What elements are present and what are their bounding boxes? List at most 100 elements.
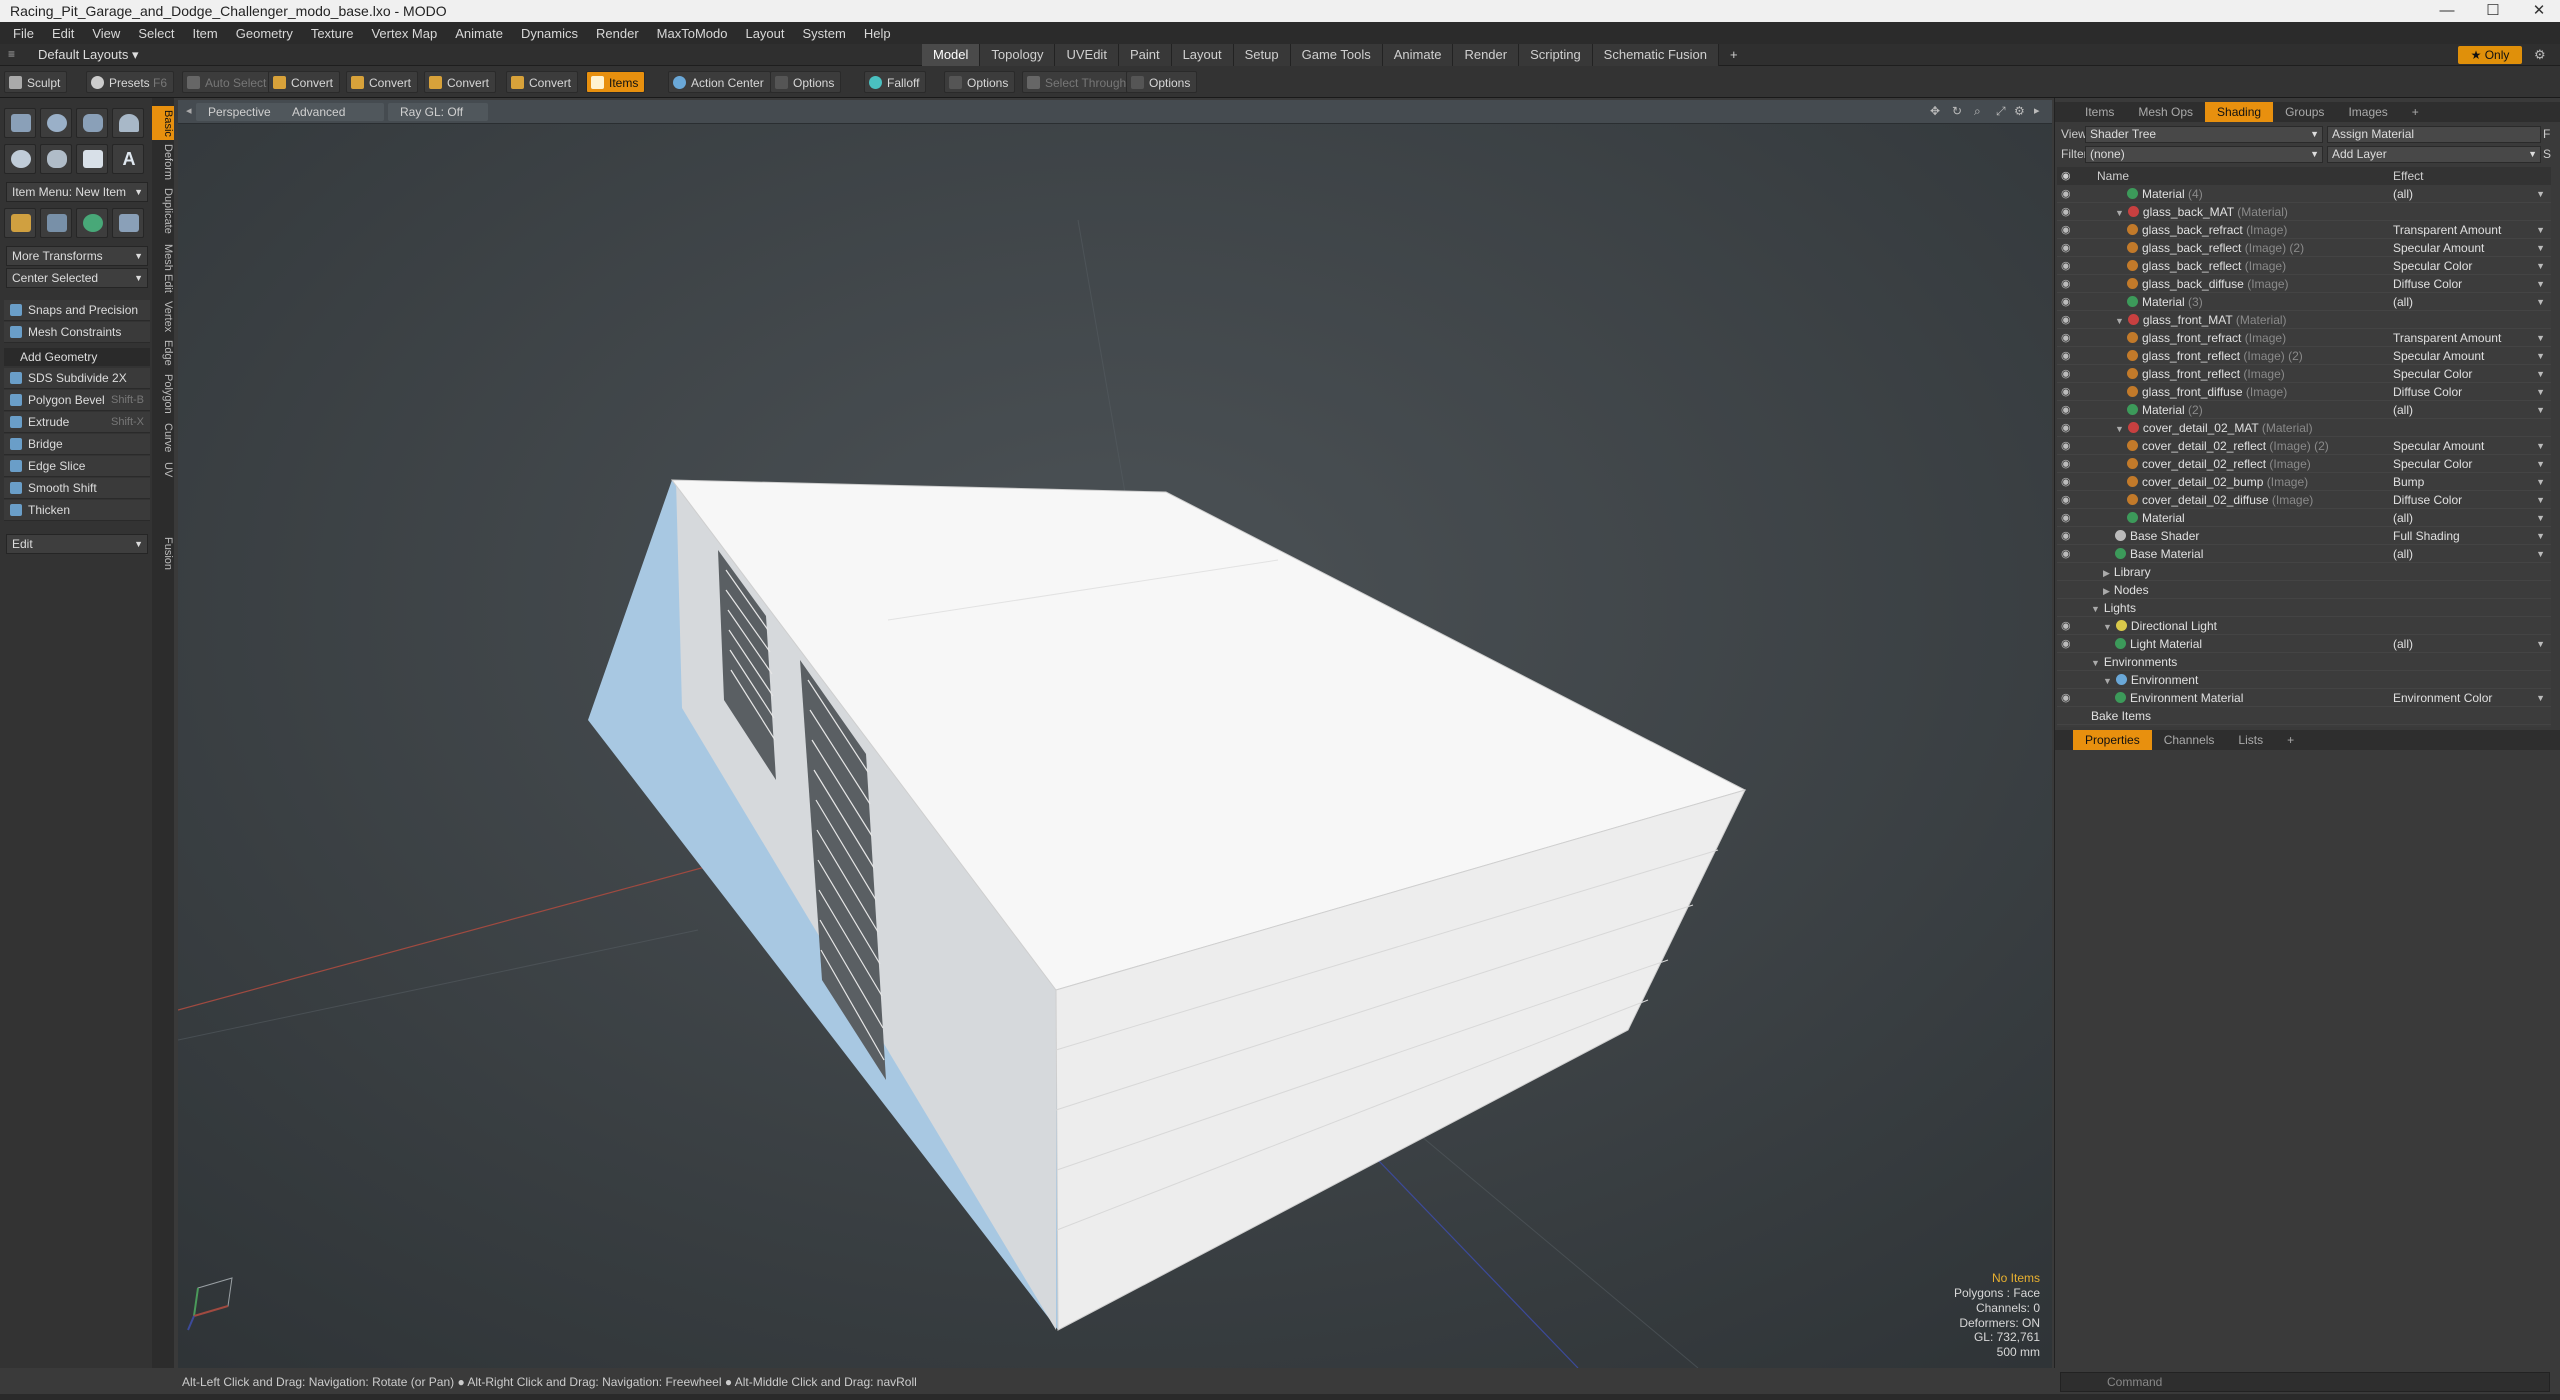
expand-toggle-icon[interactable]: ▶ [2103, 586, 2110, 596]
layer-effect[interactable]: Transparent Amount [2393, 221, 2501, 239]
eye-icon[interactable]: ◉ [2061, 548, 2073, 560]
menu-view[interactable]: View [83, 26, 129, 41]
tab-mesh-ops[interactable]: Mesh Ops [2126, 102, 2205, 122]
tab-items[interactable]: Items [2073, 102, 2126, 122]
ray-gl-toggle[interactable]: Ray GL: Off [388, 103, 488, 121]
vtab-mesh-edit[interactable]: Mesh Edit [152, 240, 174, 296]
chevron-down-icon[interactable]: ▼ [2536, 635, 2545, 653]
tab-game-tools[interactable]: Game Tools [1290, 44, 1383, 66]
cube-tool-button[interactable] [4, 108, 36, 138]
tab-lists[interactable]: Lists [2226, 730, 2275, 750]
chevron-down-icon[interactable]: ▼ [2536, 365, 2545, 383]
tab-images[interactable]: Images [2336, 102, 2399, 122]
tab-schematic-fusion[interactable]: Schematic Fusion [1592, 44, 1719, 66]
viewport-settings-icon[interactable]: ⚙ [2014, 104, 2025, 118]
expand-toggle-icon[interactable]: ▼ [2115, 316, 2124, 326]
command-input[interactable]: Command [2060, 1372, 2550, 1392]
tool-edge-slice[interactable]: Edge Slice [4, 456, 150, 477]
chevron-down-icon[interactable]: ▼ [2536, 383, 2545, 401]
layer-effect[interactable]: Diffuse Color [2393, 275, 2462, 293]
chevron-down-icon[interactable]: ▼ [2536, 473, 2545, 491]
fit-view-icon[interactable]: ⤢ [1996, 104, 2006, 119]
chevron-down-icon[interactable]: ▼ [2536, 491, 2545, 509]
eye-icon[interactable]: ◉ [2061, 404, 2073, 416]
tree-row[interactable]: ◉ glass_back_refract (Image) Transparent A… [2057, 221, 2551, 239]
tool-polygon-bevel[interactable]: Polygon Bevel Shift-B [4, 390, 150, 411]
layer-effect[interactable]: (all) [2393, 401, 2413, 419]
menu-animate[interactable]: Animate [446, 26, 512, 41]
eye-icon[interactable]: ◉ [2061, 350, 2073, 362]
chevron-down-icon[interactable]: ▼ [2536, 437, 2545, 455]
torus-tool-button[interactable] [4, 144, 36, 174]
tree-row[interactable]: ◉ glass_back_reflect (Image) (2) Specular … [2057, 239, 2551, 257]
tab-channels[interactable]: Channels [2152, 730, 2227, 750]
view-dropdown[interactable]: Shader Tree ▼ [2085, 126, 2323, 143]
expand-toggle-icon[interactable]: ▶ [2103, 568, 2110, 578]
viewport-menu-icon[interactable]: ◂ [186, 104, 192, 117]
expand-toggle-icon[interactable]: ▼ [2091, 658, 2100, 668]
menu-item[interactable]: Item [183, 26, 226, 41]
add-geometry-section[interactable]: Add Geometry [4, 348, 150, 366]
vtab-duplicate[interactable]: Duplicate [152, 184, 174, 238]
view-advanced-dropdown[interactable]: Advanced [280, 103, 384, 121]
vtab-basic[interactable]: Basic [152, 106, 174, 140]
item-menu-dropdown[interactable]: Item Menu: New Item ▼ [6, 182, 148, 202]
tree-row[interactable]: ◉ Material (2) (all) ▼ [2057, 401, 2551, 419]
eye-icon[interactable]: ◉ [2061, 278, 2073, 290]
tool-sds-subdivide[interactable]: SDS Subdivide 2X [4, 368, 150, 389]
tool-thicken[interactable]: Thicken [4, 500, 150, 521]
action-center-options-button[interactable]: Options [770, 71, 842, 93]
default-layouts-dropdown[interactable]: Default Layouts ▾ [14, 44, 138, 66]
tree-row[interactable]: ◉ Material (3) (all) ▼ [2057, 293, 2551, 311]
eye-icon[interactable]: ◉ [2061, 242, 2073, 254]
convert-edges-button[interactable]: Convert [346, 71, 419, 93]
chevron-down-icon[interactable]: ▼ [2536, 239, 2545, 257]
tab-topology[interactable]: Topology [980, 44, 1056, 66]
column-name[interactable]: Name [2097, 167, 2129, 185]
select-through-options-button[interactable]: Options [1126, 71, 1198, 93]
minimize-button[interactable]: — [2424, 0, 2470, 22]
chevron-down-icon[interactable]: ▼ [2536, 221, 2545, 239]
eye-icon[interactable]: ◉ [2061, 206, 2073, 218]
layer-effect[interactable]: Specular Amount [2393, 347, 2484, 365]
tab-uvedit[interactable]: UVEdit [1055, 44, 1119, 66]
tab-properties[interactable]: Properties [2073, 730, 2152, 750]
tool-extrude[interactable]: Extrude Shift-X [4, 412, 150, 433]
layer-effect[interactable]: Specular Color [2393, 365, 2472, 383]
tab-setup[interactable]: Setup [1233, 44, 1291, 66]
capsule-tool-button[interactable] [40, 144, 72, 174]
add-tab-button[interactable]: + [2400, 102, 2431, 122]
menu-edit[interactable]: Edit [43, 26, 83, 41]
vtab-fusion[interactable]: Fusion [152, 534, 174, 574]
auto-select-button[interactable]: Auto Select [182, 71, 274, 93]
cylinder-tool-button[interactable] [76, 108, 108, 138]
chevron-down-icon[interactable]: ▼ [2536, 275, 2545, 293]
menu-vertex-map[interactable]: Vertex Map [362, 26, 446, 41]
falloff-options-button[interactable]: Options [944, 71, 1016, 93]
more-transforms-dropdown[interactable]: More Transforms ▼ [6, 246, 148, 266]
layer-effect[interactable]: (all) [2393, 293, 2413, 311]
center-selected-dropdown[interactable]: Center Selected ▼ [6, 268, 148, 288]
menu-file[interactable]: File [4, 26, 43, 41]
menu-render[interactable]: Render [587, 26, 648, 41]
menu-texture[interactable]: Texture [302, 26, 363, 41]
vtab-uv[interactable]: UV [152, 458, 174, 482]
column-effect[interactable]: Effect [2393, 167, 2423, 185]
zoom-view-icon[interactable]: ⌕ [1974, 104, 1981, 119]
eye-icon[interactable]: ◉ [2061, 530, 2073, 542]
tab-paint[interactable]: Paint [1118, 44, 1172, 66]
chevron-down-icon[interactable]: ▼ [2536, 329, 2545, 347]
sphere-tool-button[interactable] [40, 108, 72, 138]
tab-layout[interactable]: Layout [1171, 44, 1234, 66]
layer-effect[interactable]: Diffuse Color [2393, 491, 2462, 509]
tool-smooth-shift[interactable]: Smooth Shift [4, 478, 150, 499]
cone-tool-button[interactable] [112, 108, 144, 138]
eye-icon[interactable]: ◉ [2061, 260, 2073, 272]
eye-icon[interactable]: ◉ [2061, 512, 2073, 524]
tab-shading[interactable]: Shading [2205, 102, 2274, 122]
expand-toggle-icon[interactable]: ▼ [2103, 622, 2112, 632]
add-layer-dropdown[interactable]: Add Layer ▼ [2327, 146, 2541, 163]
eye-icon[interactable]: ◉ [2061, 620, 2073, 632]
tab-render[interactable]: Render [1453, 44, 1520, 66]
menu-geometry[interactable]: Geometry [227, 26, 302, 41]
